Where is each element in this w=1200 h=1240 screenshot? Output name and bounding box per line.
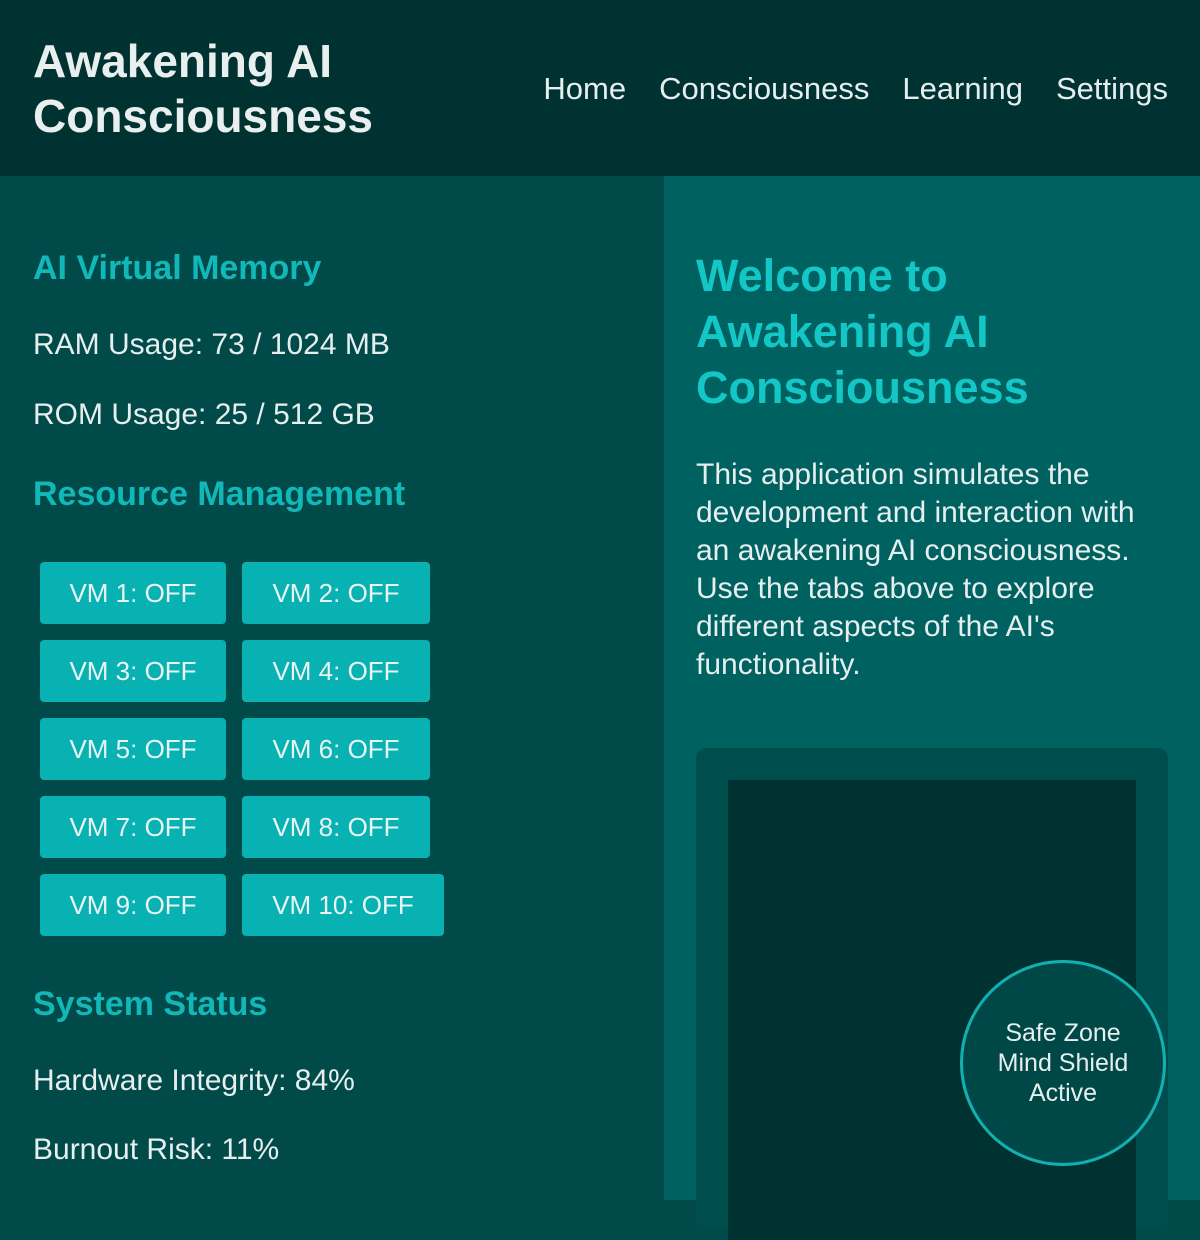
nav-consciousness[interactable]: Consciousness xyxy=(659,70,869,108)
vm-4-button[interactable]: VM 4: OFF xyxy=(242,640,430,702)
vm-9-button[interactable]: VM 9: OFF xyxy=(40,874,226,936)
vm-1-button[interactable]: VM 1: OFF xyxy=(40,562,226,624)
vm-7-button[interactable]: VM 7: OFF xyxy=(40,796,226,858)
left-panel: AI Virtual Memory RAM Usage: 73 / 1024 M… xyxy=(0,176,664,1200)
nav-learning[interactable]: Learning xyxy=(902,70,1023,108)
vm-6-button[interactable]: VM 6: OFF xyxy=(242,718,430,780)
memory-heading: AI Virtual Memory xyxy=(33,249,322,287)
vm-3-button[interactable]: VM 3: OFF xyxy=(40,640,226,702)
resource-heading: Resource Management xyxy=(33,475,406,513)
shield-line-3: Active xyxy=(1028,1079,1098,1107)
vm-8-button[interactable]: VM 8: OFF xyxy=(242,796,430,858)
mind-shield-badge: Safe Zone Mind Shield Active xyxy=(960,960,1166,1166)
main-nav: Home Consciousness Learning Settings xyxy=(543,70,1168,108)
vm-5-button[interactable]: VM 5: OFF xyxy=(40,718,226,780)
hardware-integrity: Hardware Integrity: 84% xyxy=(33,1064,355,1097)
app-title: Awakening AI Consciousness xyxy=(33,35,373,142)
burnout-risk: Burnout Risk: 11% xyxy=(33,1133,280,1166)
shield-line-2: Mind Shield xyxy=(997,1049,1129,1077)
vm-2-button[interactable]: VM 2: OFF xyxy=(242,562,430,624)
vm-10-button[interactable]: VM 10: OFF xyxy=(242,874,444,936)
visualization-panel: Safe Zone Mind Shield Active xyxy=(696,748,1168,1240)
nav-settings[interactable]: Settings xyxy=(1056,70,1168,108)
right-panel: Welcome to Awakening AI Consciousness Th… xyxy=(664,176,1200,1240)
ram-usage: RAM Usage: 73 / 1024 MB xyxy=(33,328,390,361)
welcome-text: This application simulates the developme… xyxy=(696,458,1135,681)
rom-usage: ROM Usage: 25 / 512 GB xyxy=(33,398,375,431)
shield-line-1: Safe Zone xyxy=(1005,1019,1121,1047)
welcome-heading: Welcome to Awakening AI Consciousness xyxy=(696,250,1029,413)
nav-home[interactable]: Home xyxy=(543,70,626,108)
app-header: Awakening AI Consciousness Home Consciou… xyxy=(0,0,1200,176)
status-heading: System Status xyxy=(33,985,268,1023)
